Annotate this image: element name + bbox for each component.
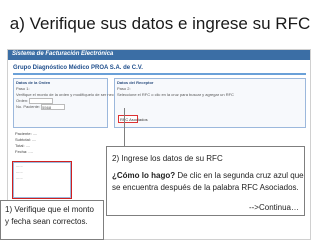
summary-line: Fecha: .... bbox=[15, 149, 33, 154]
order-field-label: Orden: bbox=[16, 98, 29, 104]
order-data-heading: Datos de la Orden bbox=[16, 80, 51, 85]
slide-title: a) Verifique sus datos e ingrese su RFC bbox=[9, 14, 311, 33]
callout-step2-line2: se encuentra después de la palabra RFC A… bbox=[112, 183, 299, 192]
callout-step2-heading: 2) Ingrese los datos de su RFC bbox=[112, 154, 223, 163]
patient-field-label: No. Paciente: bbox=[16, 104, 41, 110]
callout-step2-question-line: ¿Cómo lo hago? De clic en la segunda cru… bbox=[112, 171, 304, 180]
company-name: Grupo Diagnóstico Médico PROA S.A. de C.… bbox=[13, 65, 143, 71]
callout-step1-text: 1) Verifique que el monto y fecha sean c… bbox=[5, 205, 94, 226]
patient-field-row: No. Paciente: 5568 bbox=[14, 104, 107, 111]
callout-connector bbox=[124, 108, 125, 146]
order-data-panel: Datos de la Orden Paso 1: Verifique el m… bbox=[13, 78, 125, 128]
callout-step2: 2) Ingrese los datos de su RFC ¿Cómo lo … bbox=[106, 146, 305, 216]
receptor-instruction: Seleccione el RFC o clic en la cruz para… bbox=[117, 92, 234, 97]
app-header-title: Sistema de Facturación Electrónica bbox=[12, 51, 114, 57]
callout-step1: 1) Verifique que el monto y fecha sean c… bbox=[0, 200, 104, 240]
app-header: Sistema de Facturación Electrónica bbox=[8, 50, 310, 60]
callout-step2-line1: De clic en la segunda cruz azul que bbox=[175, 171, 304, 180]
callout-step2-continue: -->Continua… bbox=[248, 203, 299, 212]
order-summary: Paciente: .... Subtotal: .... Total: ...… bbox=[13, 131, 108, 155]
amount-date-highlight bbox=[12, 161, 72, 199]
patient-input[interactable]: 5568 bbox=[41, 104, 66, 111]
receptor-panel: Datos del Receptor Paso 2: Seleccione el… bbox=[114, 78, 306, 128]
header-rule bbox=[13, 73, 306, 75]
callout-step2-question: ¿Cómo lo hago? bbox=[112, 171, 176, 180]
receptor-heading: Datos del Receptor bbox=[117, 80, 154, 85]
rfc-associated-field[interactable]: RFC Asociados bbox=[118, 115, 148, 123]
